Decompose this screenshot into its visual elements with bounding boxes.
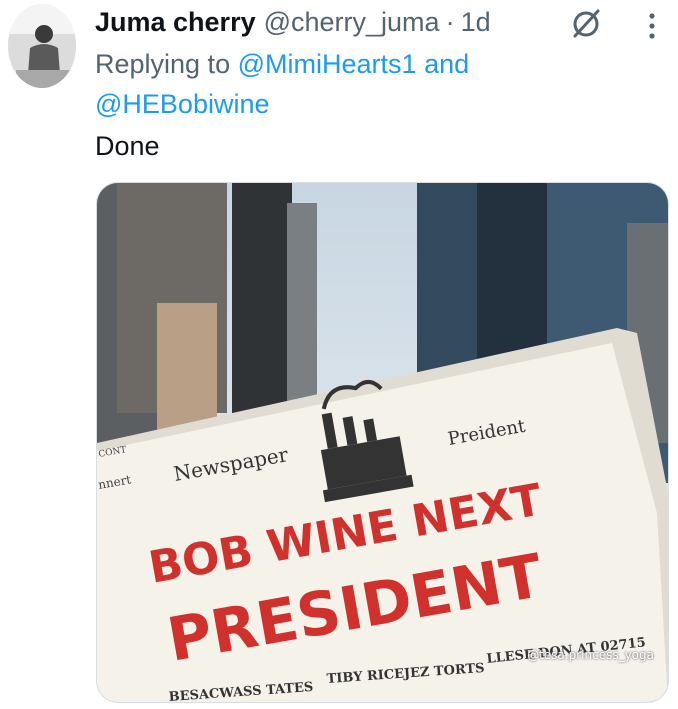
avatar[interactable] <box>8 4 76 88</box>
replying-to: Replying to @MimiHearts1 and @HEBobiwine <box>95 44 565 124</box>
more-options-icon[interactable] <box>640 8 664 44</box>
timestamp[interactable]: 1d <box>461 7 491 38</box>
replying-prefix: Replying to <box>95 49 231 79</box>
tweet-image[interactable]: Newspaper Preident CONT nnert BOB WINE N… <box>96 182 669 703</box>
tweet-text: Done <box>95 131 160 161</box>
image-watermark: @tesa.princess_yoga <box>527 648 654 662</box>
grok-icon[interactable] <box>566 4 606 44</box>
display-name[interactable]: Juma cherry <box>95 7 256 38</box>
separator-dot: · <box>445 6 455 37</box>
and-word[interactable]: and <box>424 49 469 79</box>
mention-link[interactable]: @MimiHearts1 <box>238 49 417 79</box>
user-handle[interactable]: @cherry_juma <box>264 7 440 38</box>
mention-link[interactable]: @HEBobiwine <box>95 89 270 119</box>
tweet-header: Juma cherry @cherry_juma · 1d <box>95 4 491 40</box>
